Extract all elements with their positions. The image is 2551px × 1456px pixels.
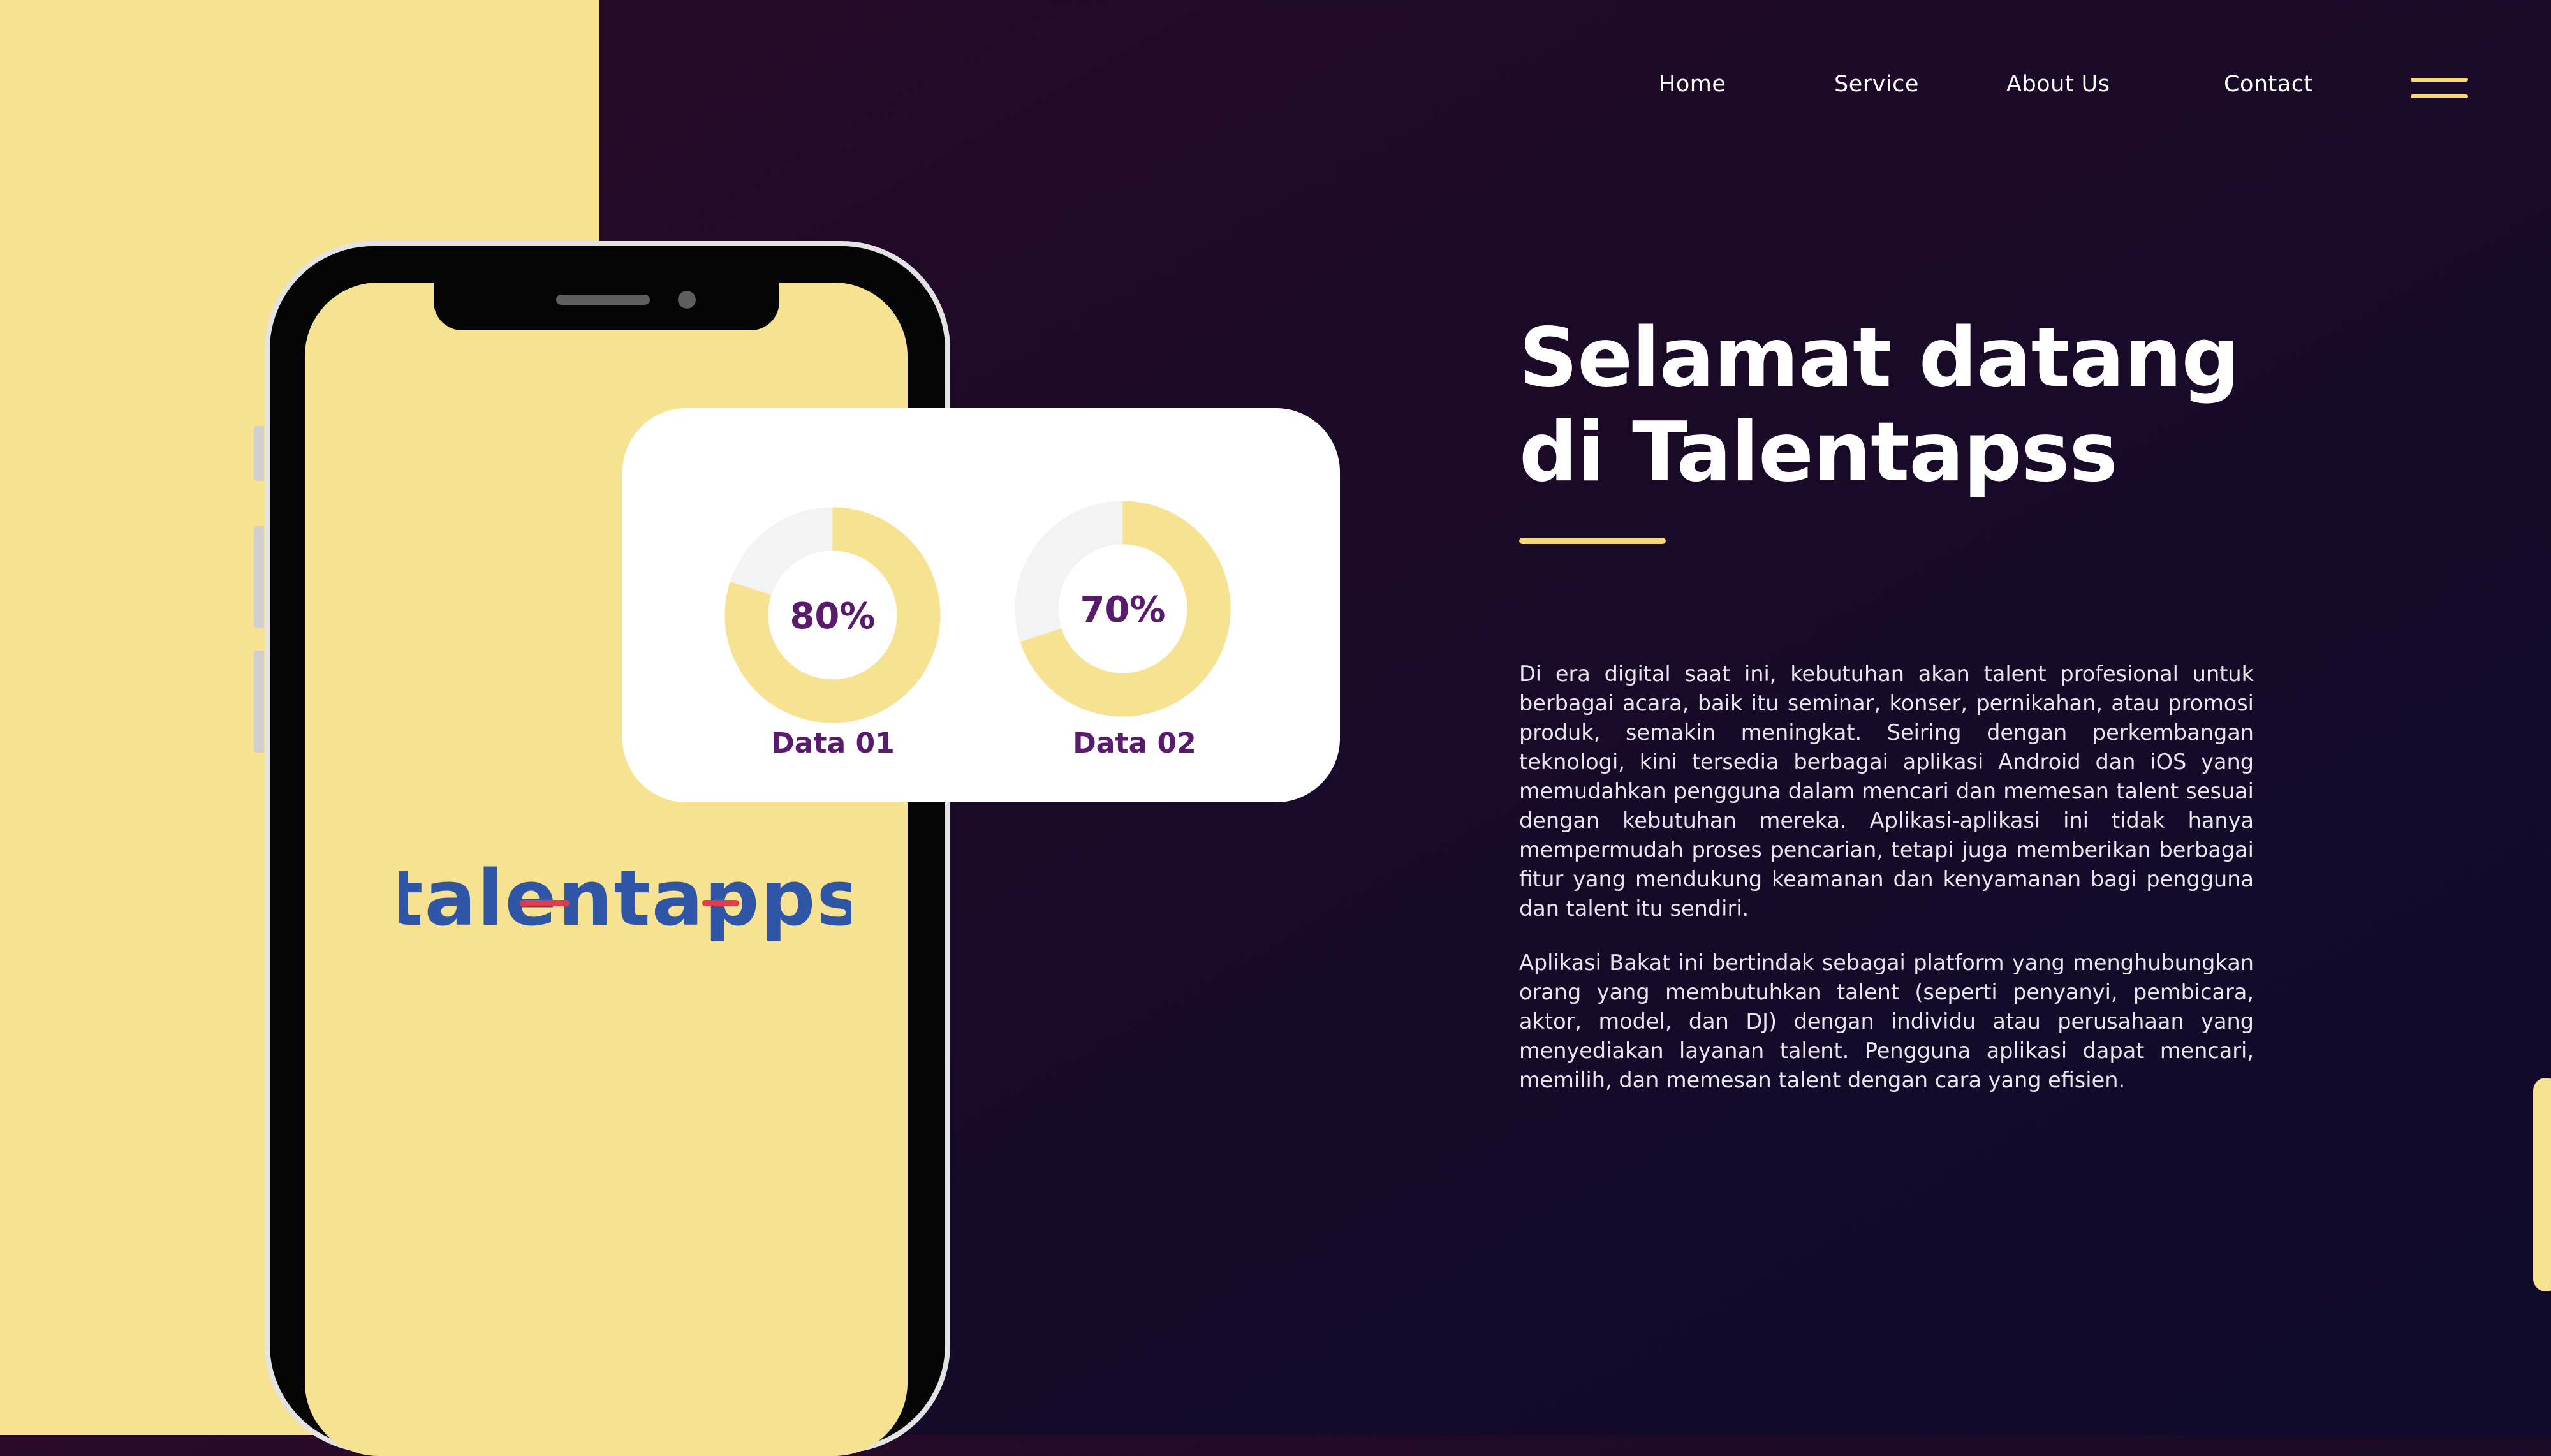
nav-contact-link[interactable]: Contact bbox=[2224, 71, 2313, 97]
hero-title-line-1: Selamat datang bbox=[1519, 311, 2240, 406]
donut-value-data-02: 70% bbox=[1080, 589, 1165, 631]
phone-speaker bbox=[556, 295, 650, 305]
phone-side-button bbox=[254, 426, 264, 481]
nav-about-us-link[interactable]: About Us bbox=[2006, 71, 2110, 97]
stats-card: 80% Data 01 70% Data 02 bbox=[622, 408, 1340, 802]
donut-value-data-01: 80% bbox=[790, 596, 875, 637]
hero-paragraph-2: Aplikasi Bakat ini bertindak sebagai pla… bbox=[1519, 950, 2254, 1092]
phone-side-button bbox=[254, 526, 264, 628]
talentapps-logo-text: talentapps bbox=[399, 858, 851, 943]
talentapps-logo: talentapps bbox=[399, 858, 851, 943]
donut-chart-data-02: 70% bbox=[1015, 501, 1231, 717]
hero-title-line-2: di Talentapss bbox=[1519, 405, 2118, 500]
donut-label-data-02: Data 02 bbox=[1073, 727, 1196, 760]
phone-side-button bbox=[254, 651, 264, 753]
top-navigation: Home Service About Us Contact bbox=[0, 71, 2551, 103]
title-underline bbox=[1519, 538, 1666, 544]
side-edge-tab[interactable] bbox=[2533, 1078, 2551, 1291]
hero-title: Selamat datang di Talentapss bbox=[1519, 311, 2348, 500]
nav-service-link[interactable]: Service bbox=[1834, 71, 1919, 97]
donut-label-data-01: Data 01 bbox=[771, 727, 895, 760]
phone-notch bbox=[434, 281, 779, 330]
hamburger-menu-icon[interactable] bbox=[2411, 78, 2468, 99]
donut-chart-data-01: 80% bbox=[724, 507, 941, 723]
nav-home-link[interactable]: Home bbox=[1659, 71, 1726, 97]
phone-camera bbox=[678, 291, 696, 309]
hero-paragraph-1: Di era digital saat ini, kebutuhan akan … bbox=[1519, 661, 2254, 921]
